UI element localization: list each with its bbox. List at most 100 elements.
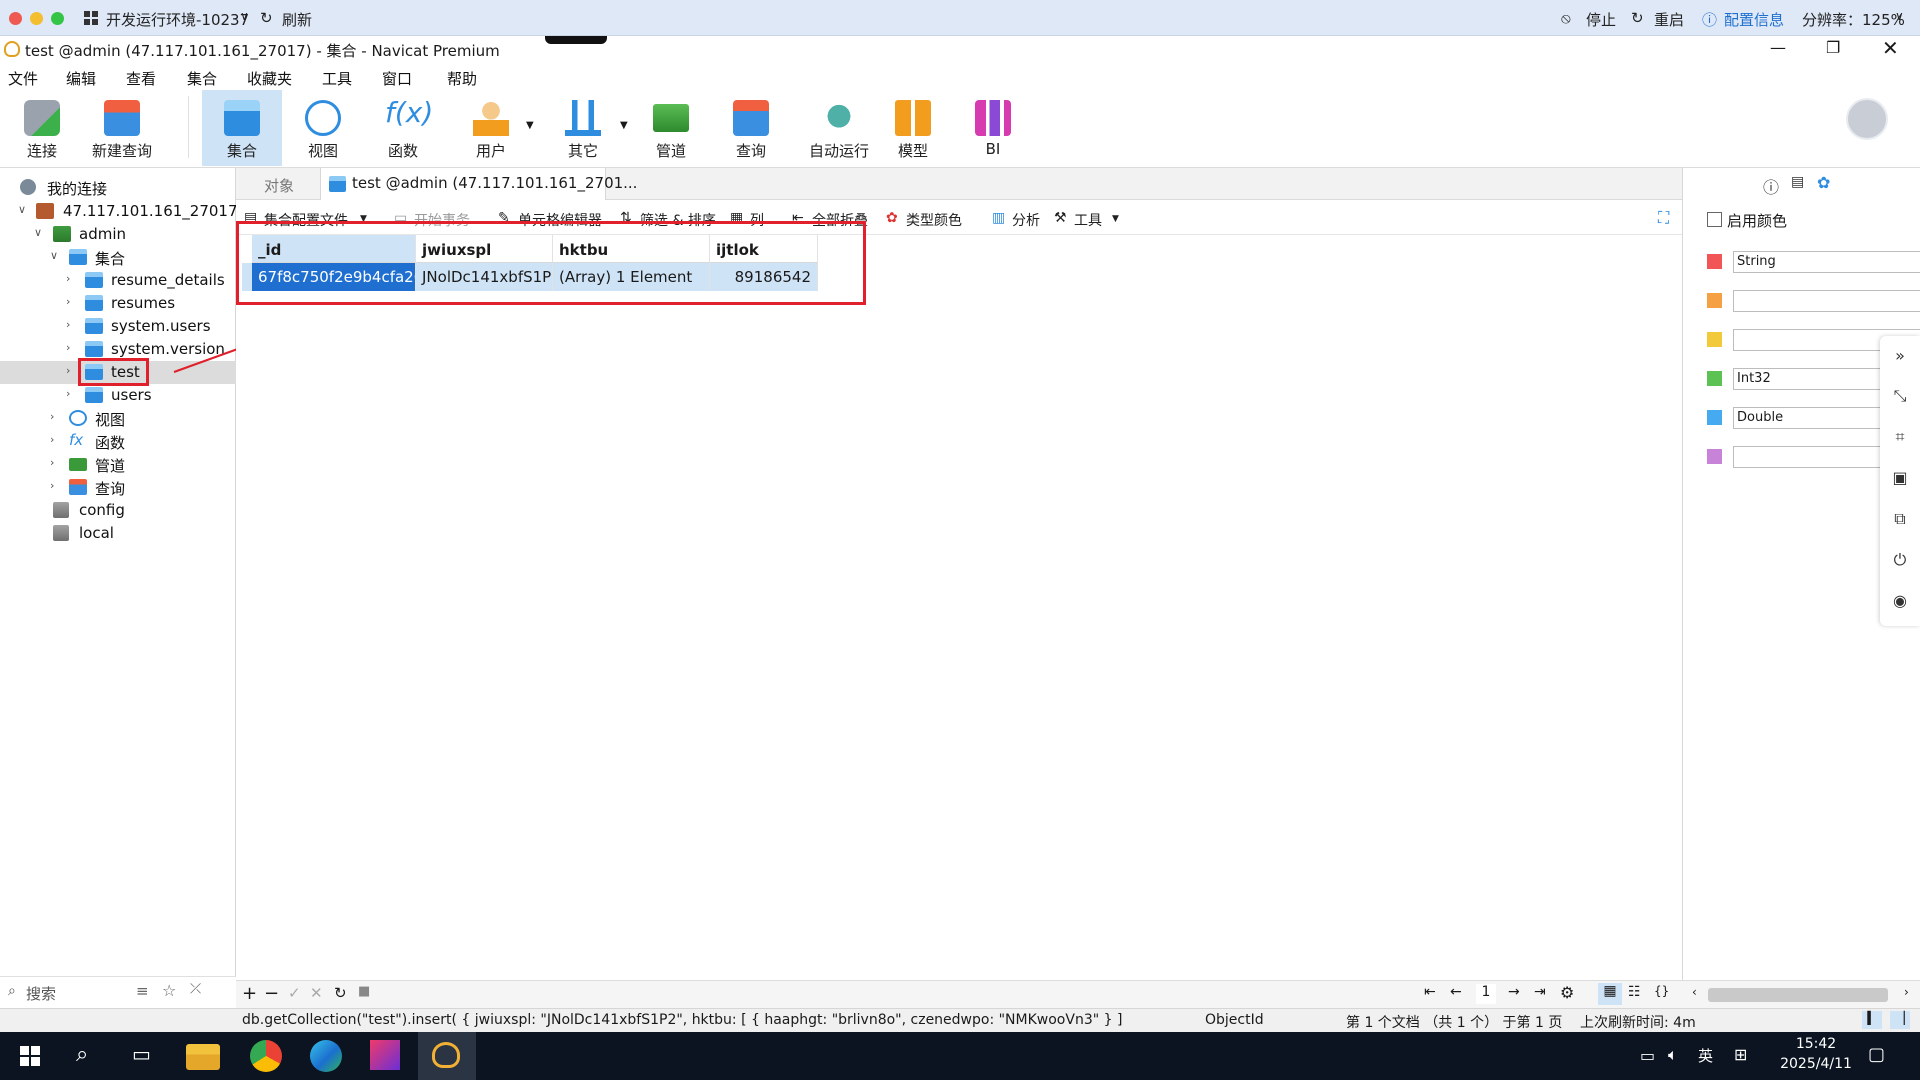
first-page-icon[interactable]: ⇤ <box>1424 984 1436 1000</box>
close-dot-icon[interactable] <box>9 12 22 25</box>
clock-time[interactable]: 15:42 <box>1776 1036 1856 1052</box>
tree-item-db-config[interactable]: config <box>0 499 236 522</box>
copy-icon[interactable]: ⧉ <box>1890 509 1910 529</box>
chrome-icon[interactable] <box>250 1040 282 1072</box>
color-swatch[interactable] <box>1707 332 1722 347</box>
tree-item-collection[interactable]: › users <box>0 384 236 407</box>
chevron-right-icon[interactable]: › <box>50 410 62 424</box>
tree-item-connection[interactable]: ∨ 47.117.101.161_27017 <box>0 200 238 223</box>
grid-view-icon[interactable]: ▦ <box>1598 983 1622 1005</box>
other-dropdown-arrow[interactable]: ▼ <box>620 120 628 131</box>
panel-toggle-icon[interactable]: ▕ <box>1890 1011 1910 1029</box>
type-color-button[interactable]: 类型颜色 <box>906 210 962 230</box>
resolution-selector[interactable]: 分辨率：125% <box>1802 9 1905 30</box>
view-button[interactable]: 视图 <box>290 90 356 166</box>
new-query-button[interactable]: 新建查询 <box>84 90 160 166</box>
chevron-right-icon[interactable]: › <box>66 295 78 309</box>
chevron-down-icon[interactable]: ∨ <box>1895 9 1904 23</box>
tree-item-functions[interactable]: › fx 函数 <box>0 430 236 453</box>
restart-button[interactable]: 重启 <box>1654 9 1684 30</box>
fullscreen-icon[interactable]: ⛶ <box>1658 208 1669 228</box>
edge-icon[interactable] <box>310 1040 342 1072</box>
fullscreen-icon[interactable]: ⤡ <box>1890 386 1910 406</box>
tree-item-db-local[interactable]: local <box>0 522 236 545</box>
query-button[interactable]: 查询 <box>718 90 784 166</box>
minimize-dot-icon[interactable] <box>30 12 43 25</box>
tools-button[interactable]: 工具 <box>1074 210 1102 230</box>
color-swatch[interactable] <box>1707 371 1722 386</box>
intellij-icon[interactable] <box>370 1040 400 1070</box>
chevron-right-icon[interactable]: › <box>66 341 78 355</box>
notification-icon[interactable]: ▢ <box>1868 1044 1885 1065</box>
file-explorer-icon[interactable] <box>186 1044 220 1070</box>
chevron-right-icon[interactable]: › <box>66 364 78 378</box>
menu-favorites[interactable]: 收藏夹 <box>247 68 292 89</box>
type-field[interactable] <box>1733 290 1920 312</box>
refresh-icon[interactable]: ↻ <box>334 984 347 1002</box>
chevron-right-icon[interactable]: › <box>50 433 62 447</box>
color-wheel-icon[interactable]: ✿ <box>1817 173 1830 192</box>
chevron-down-icon[interactable]: ∨ <box>50 249 62 263</box>
stop-icon[interactable]: ■ <box>358 984 370 999</box>
chevron-down-icon[interactable]: ∨ <box>34 226 46 240</box>
menu-file[interactable]: 文件 <box>8 68 38 89</box>
clock-date[interactable]: 2025/4/11 <box>1768 1056 1864 1072</box>
scroll-right-icon[interactable]: › <box>1904 985 1909 999</box>
type-field[interactable]: String <box>1733 251 1920 273</box>
color-swatch[interactable] <box>1707 254 1722 269</box>
restore-icon[interactable]: ❐ <box>1826 38 1840 57</box>
tree-item-pipelines[interactable]: › 管道 <box>0 453 236 476</box>
discard-icon[interactable]: ✕ <box>310 984 323 1002</box>
function-button[interactable]: f(x) 函数 <box>370 90 436 166</box>
prev-page-icon[interactable]: ← <box>1450 984 1462 1000</box>
filter-icon[interactable]: ≡ <box>136 982 149 1000</box>
task-view-icon[interactable]: ▭ <box>132 1042 151 1066</box>
chevron-right-icon[interactable]: › <box>66 387 78 401</box>
chevron-right-icon[interactable]: › <box>50 456 62 470</box>
apply-icon[interactable]: ✓ <box>288 984 301 1002</box>
next-page-icon[interactable]: → <box>1508 984 1520 1000</box>
tree-item-admin[interactable]: ∨ admin <box>0 223 236 246</box>
automation-button[interactable]: 自动运行 <box>796 90 882 166</box>
chevron-down-icon[interactable]: ∨ <box>18 203 30 217</box>
ime-indicator[interactable]: 英 <box>1698 1045 1713 1066</box>
keyboard-icon[interactable]: ⊞ <box>1734 1045 1747 1064</box>
color-swatch[interactable] <box>1707 449 1722 464</box>
remove-icon[interactable]: − <box>264 983 279 1004</box>
menu-view[interactable]: 查看 <box>126 68 156 89</box>
network-icon[interactable]: ▭ <box>1640 1046 1655 1065</box>
menu-collection[interactable]: 集合 <box>187 68 217 89</box>
window-icon[interactable]: ▣ <box>1890 468 1910 488</box>
info-icon[interactable]: ⓘ <box>1763 174 1779 198</box>
env-selector[interactable]: 开发运行环境-10237 <box>106 9 249 30</box>
other-button[interactable]: 其它 <box>550 90 616 166</box>
collapse-icon[interactable]: ⤫ <box>190 981 201 997</box>
volume-icon[interactable]: 🔈︎ <box>1668 1045 1678 1065</box>
menu-help[interactable]: 帮助 <box>447 68 477 89</box>
collection-button[interactable]: 集合 <box>202 90 282 166</box>
last-page-icon[interactable]: ⇥ <box>1534 984 1546 1000</box>
close-icon[interactable]: ✕ <box>1882 36 1899 60</box>
panel-toggle-icon[interactable]: ▍ <box>1862 1011 1882 1029</box>
stop-button[interactable]: 停止 <box>1586 9 1616 30</box>
tree-item-queries[interactable]: › 查询 <box>0 476 236 499</box>
horizontal-scrollbar[interactable] <box>1708 988 1888 1002</box>
add-icon[interactable]: + <box>242 983 257 1004</box>
chevron-right-icon[interactable]: › <box>66 272 78 286</box>
avatar[interactable] <box>1846 98 1888 140</box>
tree-item-views[interactable]: › 视图 <box>0 407 236 430</box>
ddl-icon[interactable]: ▤ <box>1791 174 1804 190</box>
menu-window[interactable]: 窗口 <box>382 68 412 89</box>
config-info-button[interactable]: 配置信息 <box>1724 9 1784 30</box>
search-input[interactable]: 搜索 <box>26 983 56 1004</box>
maximize-dot-icon[interactable] <box>51 12 64 25</box>
form-view-icon[interactable]: ☷ <box>1628 984 1641 1000</box>
pipeline-button[interactable]: 管道 <box>638 90 704 166</box>
chevron-down-icon[interactable]: ▼ <box>1112 214 1119 224</box>
power-icon[interactable]: ⏻ <box>1890 550 1910 570</box>
search-icon[interactable]: ⌕ <box>76 1042 88 1067</box>
expand-icon[interactable]: » <box>1890 346 1910 366</box>
navicat-taskbar-button[interactable] <box>418 1032 476 1080</box>
enable-color-checkbox[interactable] <box>1707 212 1722 227</box>
star-icon[interactable]: ☆ <box>162 981 176 1000</box>
